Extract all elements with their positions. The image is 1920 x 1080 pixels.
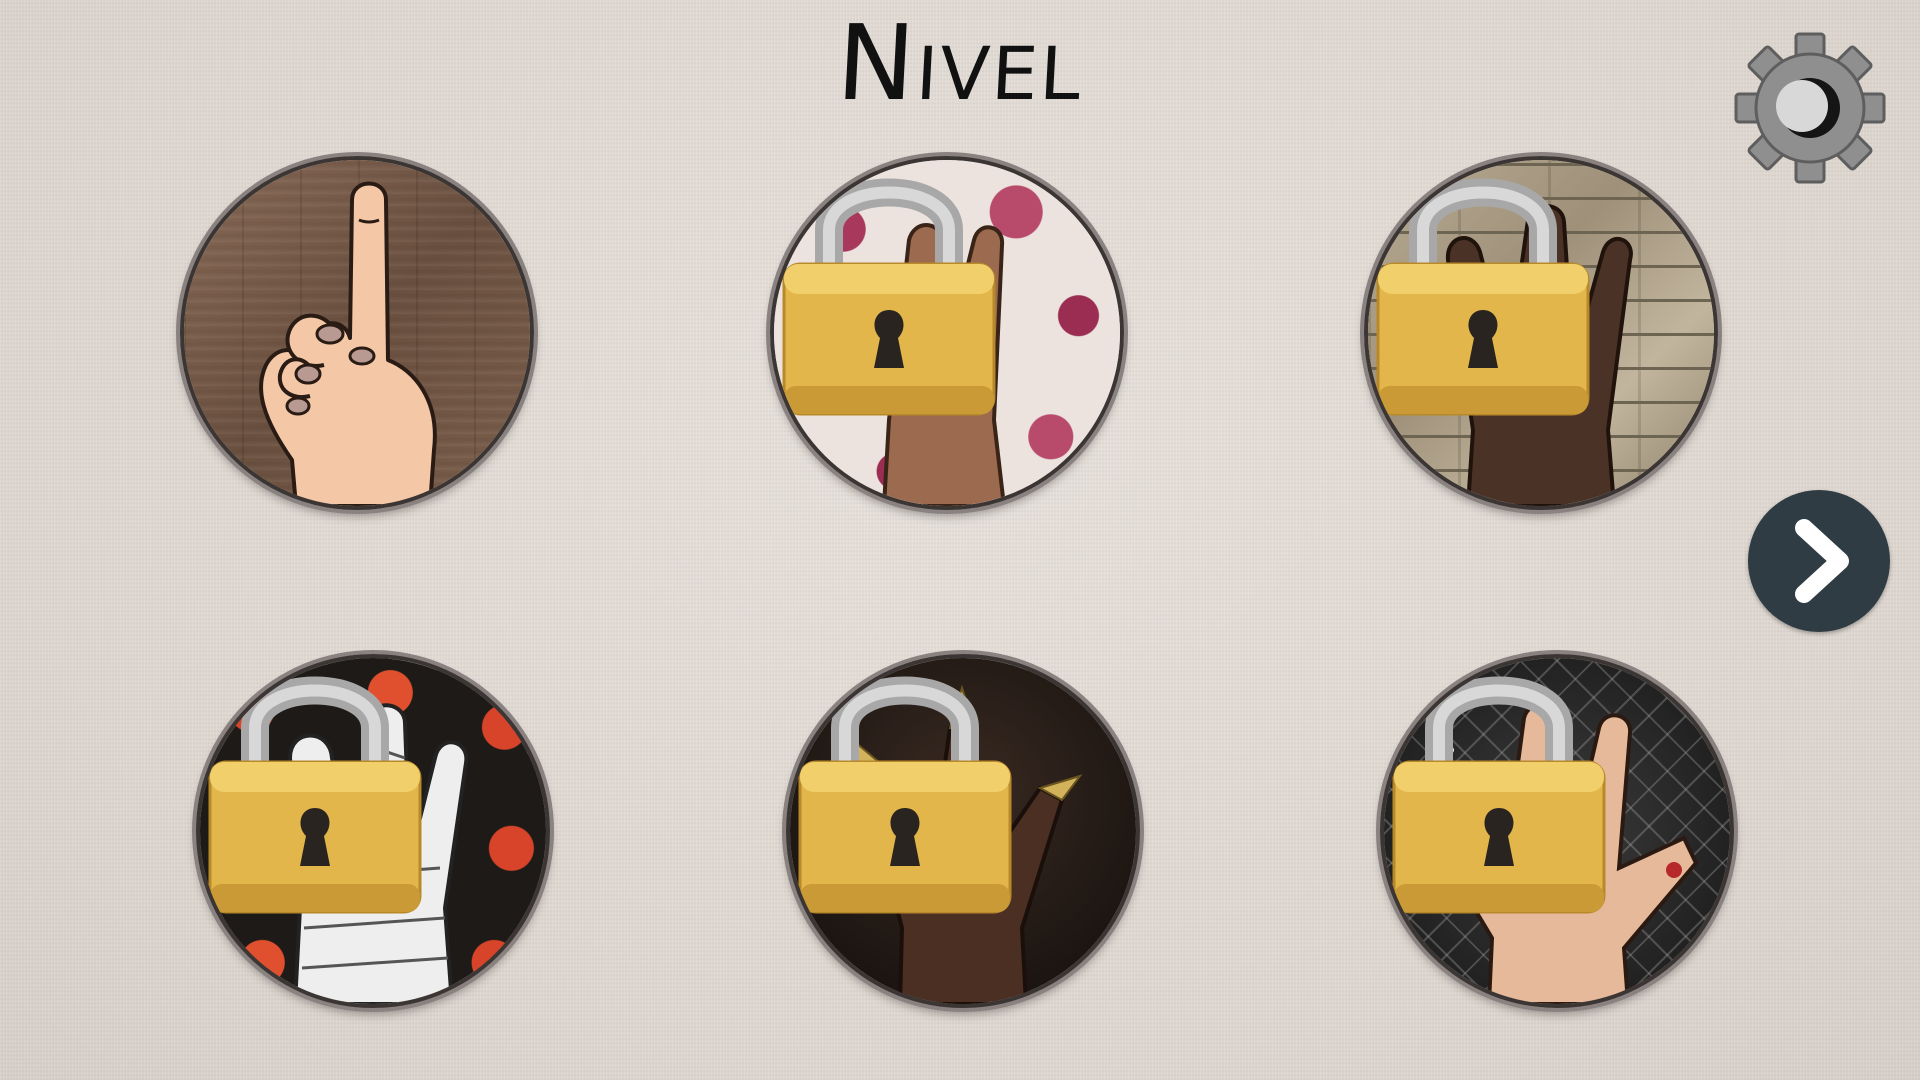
padlock-icon (1376, 178, 1590, 416)
settings-button[interactable] (1730, 28, 1890, 188)
page-title: Nivel (833, 2, 1087, 124)
padlock-icon (782, 178, 996, 416)
padlock-icon (1392, 676, 1606, 914)
level-5-button[interactable] (786, 654, 1140, 1008)
level-4-button[interactable] (196, 654, 550, 1008)
level-3-button[interactable] (1364, 156, 1718, 510)
next-page-button[interactable] (1748, 490, 1890, 632)
padlock-icon (208, 676, 422, 914)
level-2-button[interactable] (770, 156, 1124, 510)
padlock-icon (798, 676, 1012, 914)
level-1-button[interactable] (180, 156, 534, 510)
level-6-button[interactable] (1380, 654, 1734, 1008)
pointing-hand-icon (259, 181, 437, 506)
gear-icon (1734, 32, 1886, 184)
chevron-right-icon (1795, 519, 1849, 603)
